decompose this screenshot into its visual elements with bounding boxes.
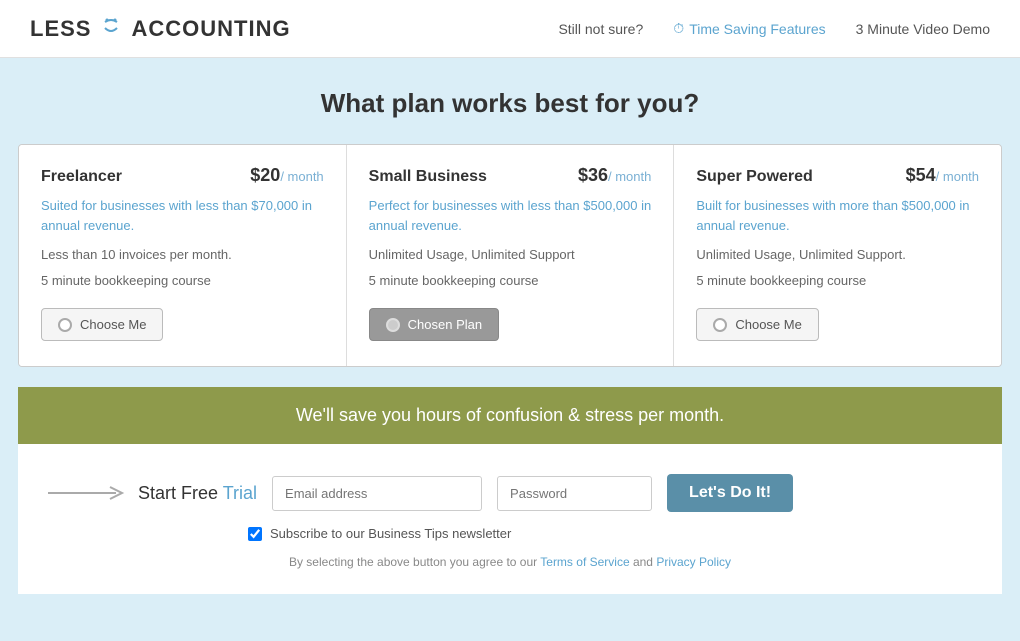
choose-small-business-button[interactable]: Chosen Plan: [369, 308, 499, 341]
signup-section: Start Free Trial Let's Do It! Subscribe …: [18, 444, 1002, 594]
lets-do-it-button[interactable]: Let's Do It!: [667, 474, 793, 512]
video-demo-link[interactable]: 3 Minute Video Demo: [856, 21, 990, 37]
plans-section: Freelancer $20/ month Suited for busines…: [0, 144, 1020, 387]
email-input[interactable]: [272, 476, 482, 511]
radio-freelancer: [58, 318, 72, 332]
choose-freelancer-button[interactable]: Choose Me: [41, 308, 163, 341]
clock-icon: ⏱: [673, 20, 684, 37]
arrow-icon: [48, 483, 128, 503]
logo-icon: [95, 10, 127, 47]
start-trial-label: Start Free Trial: [138, 483, 257, 504]
radio-small-business: [386, 318, 400, 332]
plan-feature1-freelancer: Less than 10 invoices per month.: [41, 245, 324, 265]
plan-feature2-super-powered: 5 minute bookkeeping course: [696, 271, 979, 291]
main-heading: What plan works best for you?: [0, 58, 1020, 144]
plan-feature2-small-business: 5 minute bookkeeping course: [369, 271, 652, 291]
plan-feature2-freelancer: 5 minute bookkeeping course: [41, 271, 324, 291]
plan-feature1-small-business: Unlimited Usage, Unlimited Support: [369, 245, 652, 265]
terms-link[interactable]: Terms of Service: [540, 555, 629, 569]
plan-price-freelancer: $20/ month: [250, 165, 323, 186]
plan-price-small-business: $36/ month: [578, 165, 651, 186]
privacy-link[interactable]: Privacy Policy: [656, 555, 731, 569]
radio-super-powered: [713, 318, 727, 332]
time-saving-link[interactable]: ⏱ Time Saving Features: [673, 20, 825, 37]
plan-name-small-business: Small Business: [369, 168, 487, 186]
plan-header-super-powered: Super Powered $54/ month: [696, 165, 979, 186]
signup-row: Start Free Trial Let's Do It!: [48, 474, 972, 512]
plan-price-super-powered: $54/ month: [906, 165, 979, 186]
newsletter-label: Subscribe to our Business Tips newslette…: [270, 526, 511, 541]
plan-desc-small-business: Perfect for businesses with less than $5…: [369, 196, 652, 235]
plans-wrapper: Freelancer $20/ month Suited for busines…: [18, 144, 1002, 367]
logo-accounting: ACCOUNTING: [131, 16, 290, 42]
newsletter-checkbox[interactable]: [248, 527, 262, 541]
newsletter-row: Subscribe to our Business Tips newslette…: [248, 526, 972, 541]
plan-desc-freelancer: Suited for businesses with less than $70…: [41, 196, 324, 235]
plan-feature1-super-powered: Unlimited Usage, Unlimited Support.: [696, 245, 979, 265]
plan-header-small-business: Small Business $36/ month: [369, 165, 652, 186]
plan-name-freelancer: Freelancer: [41, 168, 122, 186]
header-nav: Still not sure? ⏱ Time Saving Features 3…: [558, 20, 990, 37]
plan-name-super-powered: Super Powered: [696, 168, 812, 186]
savings-banner: We'll save you hours of confusion & stre…: [18, 387, 1002, 444]
terms-row: By selecting the above button you agree …: [48, 555, 972, 569]
plan-card-freelancer: Freelancer $20/ month Suited for busines…: [19, 145, 347, 366]
arrow-label: Start Free Trial: [48, 483, 257, 504]
plan-header-freelancer: Freelancer $20/ month: [41, 165, 324, 186]
logo: LESS ACCOUNTING: [30, 10, 291, 47]
still-not-sure-link[interactable]: Still not sure?: [558, 21, 643, 37]
logo-less: LESS: [30, 16, 91, 42]
plan-card-small-business: Small Business $36/ month Perfect for bu…: [347, 145, 675, 366]
plan-desc-super-powered: Built for businesses with more than $500…: [696, 196, 979, 235]
password-input[interactable]: [497, 476, 652, 511]
plan-card-super-powered: Super Powered $54/ month Built for busin…: [674, 145, 1001, 366]
choose-super-powered-button[interactable]: Choose Me: [696, 308, 818, 341]
header: LESS ACCOUNTING Still not sure? ⏱ Time S…: [0, 0, 1020, 58]
